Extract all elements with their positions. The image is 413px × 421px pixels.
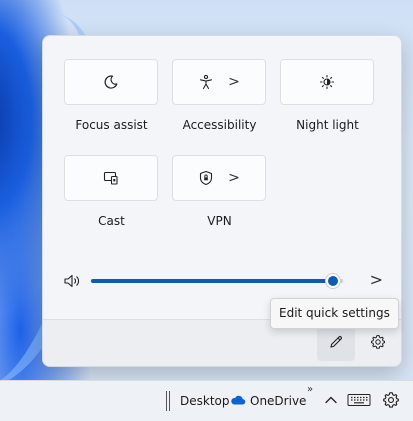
gear-icon (370, 334, 386, 354)
vpn-button[interactable]: > (172, 155, 266, 201)
edit-quick-settings-button[interactable] (317, 327, 355, 361)
gear-icon (382, 391, 400, 412)
audio-output-chevron-icon[interactable]: > (370, 270, 383, 289)
volume-slider-thumb[interactable] (325, 274, 340, 288)
focus-assist-button[interactable] (64, 59, 158, 105)
cast-icon (103, 170, 119, 186)
tile-label: Accessibility (182, 118, 257, 132)
taskbar-separator (166, 391, 170, 411)
volume-slider[interactable] (91, 274, 343, 288)
night-light-icon (319, 74, 335, 90)
chevron-up-icon (324, 394, 338, 408)
tile-label: Night light (296, 118, 359, 132)
taskbar-settings-button[interactable] (382, 381, 400, 421)
keyboard-icon (347, 393, 371, 410)
accessibility-icon (198, 74, 214, 90)
tile-night-light: Night light (280, 59, 375, 132)
volume-row: > (63, 270, 383, 290)
accessibility-button[interactable]: > (172, 59, 266, 105)
taskbar: Desktop OneDrive » (0, 380, 413, 421)
shield-icon (198, 170, 214, 186)
onedrive-label: OneDrive (250, 394, 307, 408)
show-hidden-icons-button[interactable] (324, 381, 338, 421)
chevron-right-icon: > (228, 74, 240, 90)
tile-label: Focus assist (75, 118, 148, 132)
pencil-icon (328, 334, 344, 354)
tile-accessibility: > Accessibility (172, 59, 267, 132)
touch-keyboard-button[interactable] (347, 381, 371, 421)
tile-focus-assist: Focus assist (64, 59, 159, 132)
night-light-button[interactable] (280, 59, 374, 105)
tile-label: VPN (207, 214, 232, 228)
tile-cast: Cast (64, 155, 159, 228)
edit-quick-settings-tooltip: Edit quick settings (270, 298, 399, 329)
chevron-right-icon: > (228, 170, 240, 186)
toolbar-overflow-icon[interactable]: » (307, 384, 313, 395)
volume-slider-fill (91, 279, 333, 283)
tile-vpn: > VPN (172, 155, 267, 228)
speaker-icon[interactable] (63, 272, 81, 294)
cast-button[interactable] (64, 155, 158, 201)
all-settings-button[interactable] (365, 327, 391, 361)
desktop-toolbar[interactable]: Desktop (180, 381, 230, 421)
tile-label: Cast (98, 214, 125, 228)
desktop-label: Desktop (180, 394, 230, 408)
moon-icon (103, 74, 119, 90)
onedrive-toolbar[interactable]: OneDrive (230, 381, 306, 421)
onedrive-cloud-icon (230, 394, 246, 409)
